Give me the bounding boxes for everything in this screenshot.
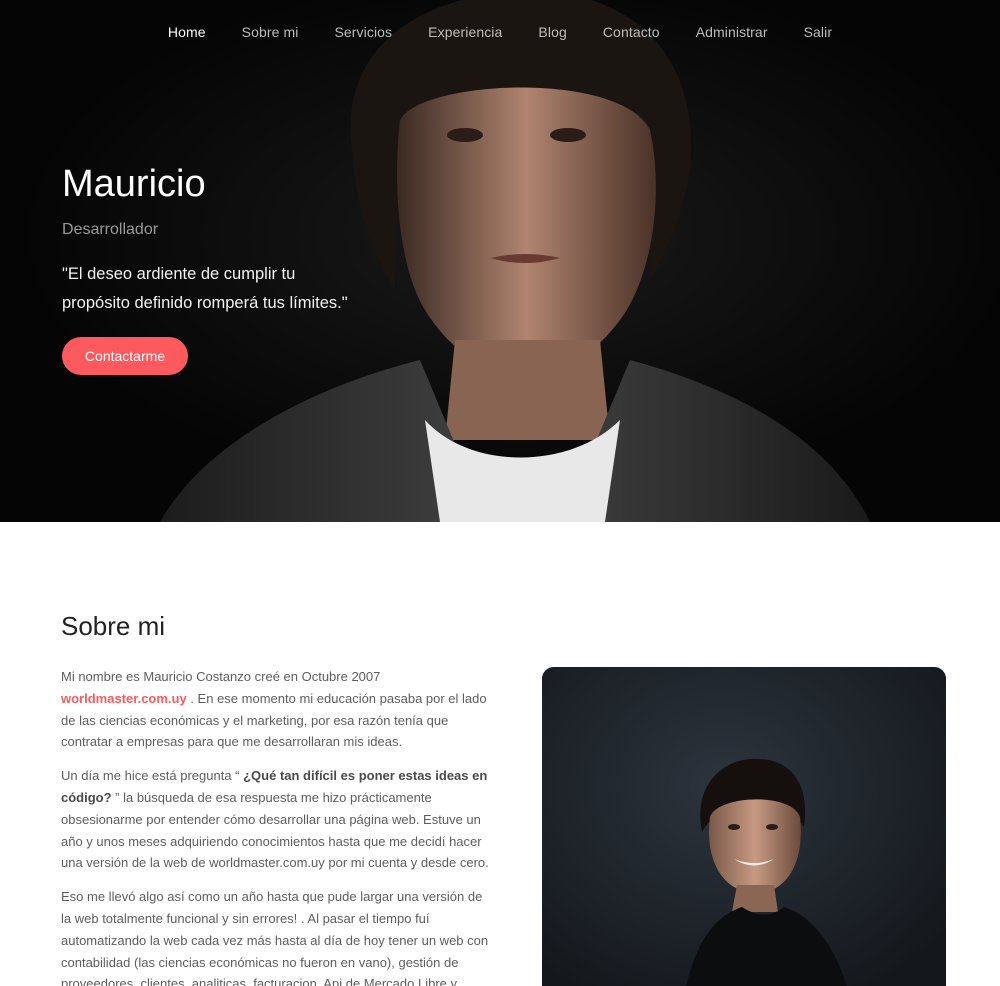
- hero-name: Mauricio: [62, 163, 206, 205]
- about-portrait-photo: [542, 667, 946, 986]
- nav-item-servicios[interactable]: Servicios: [316, 24, 410, 40]
- about-paragraph-2: Un día me hice está pregunta “ ¿Qué tan …: [61, 765, 493, 874]
- nav-item-experiencia[interactable]: Experiencia: [410, 24, 520, 40]
- nav-item-sobre-mi[interactable]: Sobre mi: [224, 24, 317, 40]
- about-portrait-image: [542, 667, 946, 986]
- about-p2-before: Un día me hice está pregunta “: [61, 768, 244, 784]
- contact-button[interactable]: Contactarme: [62, 337, 188, 375]
- worldmaster-link[interactable]: worldmaster.com.uy: [61, 691, 187, 706]
- about-p2-after: ” la búsqueda de esa respuesta me hizo p…: [61, 789, 489, 871]
- main-nav: Home Sobre mi Servicios Experiencia Blog…: [0, 0, 1000, 64]
- nav-item-contacto[interactable]: Contacto: [585, 24, 678, 40]
- hero-text-block: Mauricio Desarrollador "El deseo ardient…: [62, 162, 362, 375]
- about-text: Mi nombre es Mauricio Costanzo creé en O…: [61, 666, 493, 986]
- hero-section: Home Sobre mi Servicios Experiencia Blog…: [0, 0, 1000, 522]
- about-p1-before: Mi nombre es Mauricio Costanzo creé en O…: [61, 669, 381, 684]
- about-title: Sobre mi: [61, 611, 166, 641]
- nav-item-administrar[interactable]: Administrar: [678, 24, 786, 40]
- nav-item-salir[interactable]: Salir: [786, 24, 851, 40]
- nav-item-home[interactable]: Home: [150, 24, 224, 40]
- hero-role: Desarrollador: [62, 221, 159, 238]
- hero-quote: "El deseo ardiente de cumplir tu propósi…: [62, 265, 348, 312]
- about-paragraph-1: Mi nombre es Mauricio Costanzo creé en O…: [61, 666, 493, 753]
- nav-item-blog[interactable]: Blog: [520, 24, 584, 40]
- about-paragraph-3: Eso me llevó algo así como un año hasta …: [61, 889, 489, 986]
